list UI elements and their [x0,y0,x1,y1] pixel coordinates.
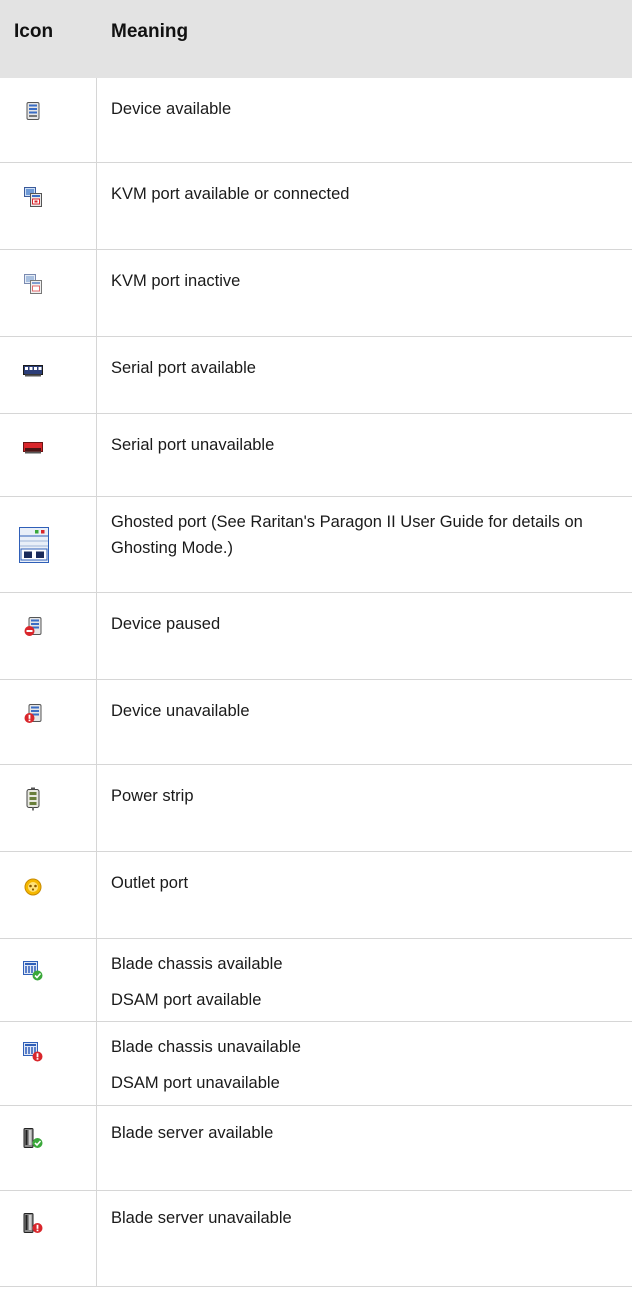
table-row: Ghosted port (See Raritan's Paragon II U… [0,497,632,593]
row-meaning: Serial port available [111,359,256,377]
table-row: Serial port unavailable [0,414,632,497]
table-row: Blade server unavailable [0,1191,632,1287]
kvm-port-available-icon [24,187,42,207]
table-row: Device paused [0,593,632,680]
blade-chassis-unavailable-icon [23,1042,43,1062]
outlet-port-icon [24,878,42,896]
row-meaning: Blade server unavailable [111,1209,292,1227]
row-meaning: Ghosted port (See Raritan's Paragon II U… [111,513,583,557]
kvm-port-inactive-icon [24,274,42,294]
device-paused-icon [24,617,42,636]
row-meaning-secondary: DSAM port available [111,991,262,1009]
row-meaning: Blade chassis available [111,955,283,973]
table-row: Blade chassis available DSAM port availa… [0,939,632,1022]
serial-port-unavailable-icon [23,442,43,454]
row-meaning: KVM port available or connected [111,185,350,203]
icon-legend-table: Icon Meaning Device available KVM port a… [0,0,632,1287]
table-row: Outlet port [0,852,632,939]
table-row: KVM port inactive [0,250,632,337]
row-meaning: Serial port unavailable [111,436,275,454]
table-row: KVM port available or connected [0,163,632,250]
row-meaning: KVM port inactive [111,272,241,290]
ghosted-port-icon [19,527,49,563]
row-meaning: Power strip [111,787,194,805]
table-row: Blade server available [0,1106,632,1191]
table-header: Icon Meaning [0,0,632,78]
row-meaning: Blade server available [111,1124,274,1142]
row-meaning-group: Blade chassis unavailable DSAM port unav… [111,1034,626,1096]
table-row: Power strip [0,765,632,852]
serial-port-available-icon [23,365,43,377]
blade-server-unavailable-icon [23,1213,43,1233]
blade-chassis-available-icon [23,961,43,981]
row-meaning-secondary: DSAM port unavailable [111,1074,280,1092]
table-row: Serial port available [0,337,632,414]
blade-server-available-icon [23,1128,43,1148]
row-meaning: Outlet port [111,874,189,892]
row-meaning: Blade chassis unavailable [111,1038,301,1056]
device-unavailable-icon [24,704,42,723]
row-meaning-group: Blade chassis available DSAM port availa… [111,951,626,1013]
power-strip-icon [26,787,40,811]
row-meaning: Device paused [111,615,221,633]
header-meaning-column: Meaning [111,21,189,42]
row-meaning: Device available [111,100,232,118]
device-available-icon [26,102,40,120]
table-row: Blade chassis unavailable DSAM port unav… [0,1022,632,1106]
row-meaning: Device unavailable [111,702,250,720]
table-row: Device unavailable [0,680,632,765]
table-row: Device available [0,78,632,163]
header-icon-column: Icon [14,21,54,42]
